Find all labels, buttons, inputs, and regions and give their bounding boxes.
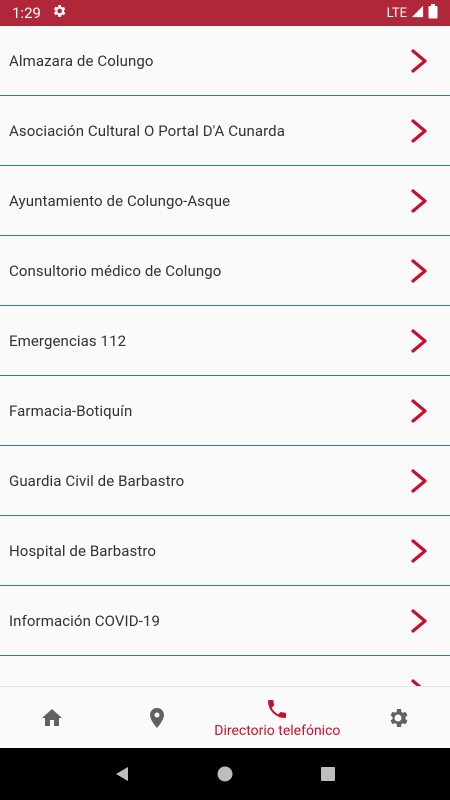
list-item[interactable] <box>0 656 450 686</box>
list-item-label: Emergencias 112 <box>9 331 127 350</box>
list-item[interactable]: Farmacia-Botiquín <box>0 376 450 446</box>
list-item-label: Guardia Civil de Barbastro <box>9 471 185 490</box>
network-type: LTE <box>386 5 407 21</box>
battery-icon <box>428 3 438 23</box>
back-icon[interactable] <box>113 765 131 783</box>
chevron-right-icon <box>411 258 427 283</box>
chevron-right-icon <box>411 608 427 633</box>
list-item[interactable]: Hospital de Barbastro <box>0 516 450 586</box>
list-item[interactable]: Consultorio médico de Colungo <box>0 236 450 306</box>
list-item[interactable]: Almazara de Colungo <box>0 26 450 96</box>
phone-icon <box>268 699 287 718</box>
list-item[interactable]: Información COVID-19 <box>0 586 450 656</box>
list-item[interactable]: Asociación Cultural O Portal D'A Cunarda <box>0 96 450 166</box>
status-bar: 1:29 LTE <box>0 0 450 26</box>
list-item[interactable]: Ayuntamiento de Colungo-Asque <box>0 166 450 236</box>
list-item-label: Consultorio médico de Colungo <box>9 261 222 280</box>
list-item-label: Asociación Cultural O Portal D'A Cunarda <box>9 121 285 140</box>
chevron-right-icon <box>411 678 423 686</box>
gear-icon <box>390 708 408 727</box>
status-indicators: LTE <box>386 3 438 23</box>
chevron-right-icon <box>411 48 427 73</box>
list-item-label: Hospital de Barbastro <box>9 541 157 560</box>
chevron-right-icon <box>411 188 427 213</box>
list-item[interactable]: Guardia Civil de Barbastro <box>0 446 450 516</box>
signal-icon <box>411 5 424 22</box>
nav-map[interactable] <box>105 687 210 748</box>
chevron-right-icon <box>411 538 427 563</box>
recents-icon[interactable] <box>319 765 337 783</box>
location-pin-icon <box>149 707 164 728</box>
nav-phone-directory-label: Directorio telefónico <box>214 722 341 739</box>
home-icon <box>42 708 63 726</box>
list-item-label: Farmacia-Botiquín <box>9 401 133 420</box>
nav-phone-directory[interactable]: Directorio telefónico <box>209 687 345 748</box>
system-navigation-bar <box>0 748 450 800</box>
nav-home[interactable] <box>0 687 105 748</box>
directory-list: Almazara de Colungo Asociación Cultural … <box>0 26 450 686</box>
list-item[interactable]: Emergencias 112 <box>0 306 450 376</box>
chevron-right-icon <box>411 398 427 423</box>
home-circle-icon[interactable] <box>216 765 234 783</box>
nav-settings[interactable] <box>345 687 450 748</box>
status-time: 1:29 <box>12 4 41 22</box>
chevron-right-icon <box>411 328 427 353</box>
list-item-label: Ayuntamiento de Colungo-Asque <box>9 191 231 210</box>
chevron-right-icon <box>411 118 427 143</box>
chevron-right-icon <box>411 468 427 493</box>
bottom-navigation: Directorio telefónico <box>0 686 450 748</box>
list-item-label: Almazara de Colungo <box>9 51 154 70</box>
list-item-label: Información COVID-19 <box>9 611 160 630</box>
settings-gear-status-icon <box>51 3 67 23</box>
